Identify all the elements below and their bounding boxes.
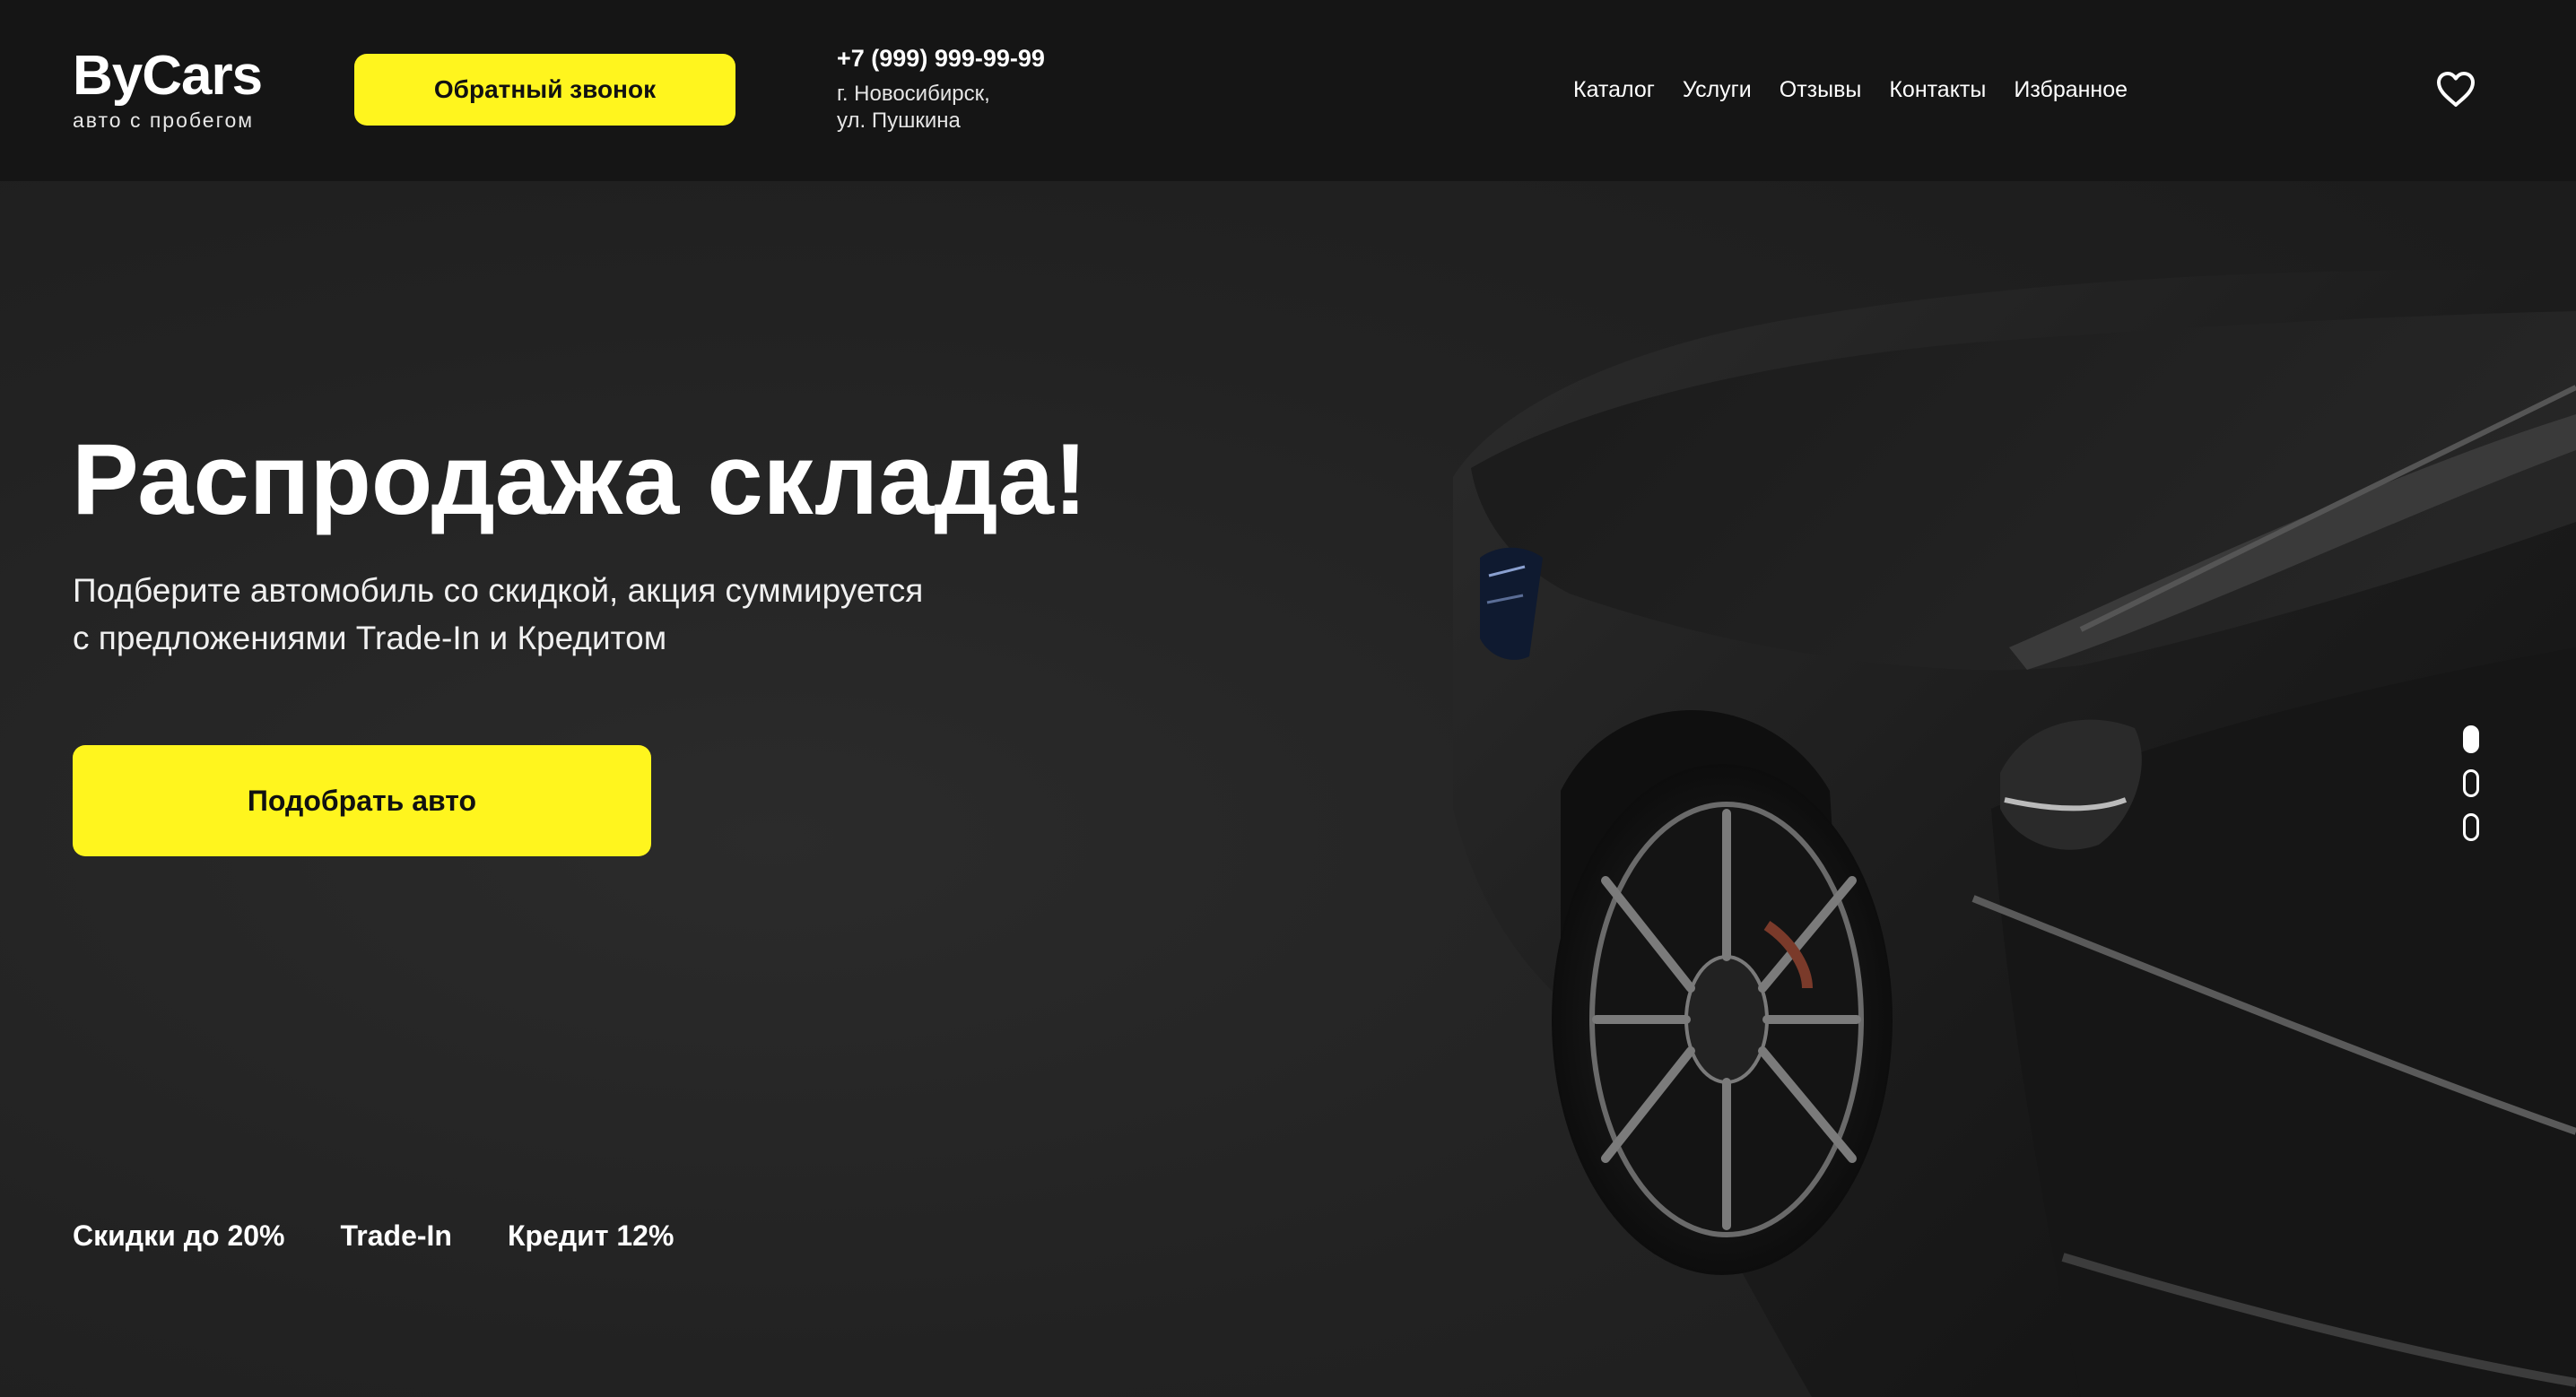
- feature-discount: Скидки до 20%: [73, 1219, 285, 1252]
- slider-dot-2[interactable]: [2463, 769, 2479, 797]
- feature-trade-in: Trade-In: [340, 1219, 452, 1252]
- hero-description-line-2: с предложениями Trade-In и Кредитом: [73, 620, 667, 656]
- logo[interactable]: ByCars авто с пробегом: [73, 45, 263, 133]
- nav-item-favorites[interactable]: Избранное: [2014, 74, 2128, 105]
- pick-car-button[interactable]: Подобрать авто: [73, 745, 651, 856]
- logo-title: ByCars: [73, 45, 263, 107]
- nav-item-reviews[interactable]: Отзывы: [1780, 74, 1862, 105]
- landing-page: ByCars авто с пробегом Обратный звонок +…: [0, 0, 2576, 1397]
- heart-icon[interactable]: [2435, 70, 2476, 108]
- main-nav: Каталог Услуги Отзывы Контакты Избранное: [1573, 74, 2128, 105]
- hero-description: Подберите автомобиль со скидкой, акция с…: [73, 567, 1059, 662]
- callback-button[interactable]: Обратный звонок: [354, 54, 735, 126]
- contact-info: +7 (999) 999-99-99 г. Новосибирск, ул. П…: [837, 43, 1045, 134]
- logo-subtitle: авто с пробегом: [73, 108, 255, 132]
- nav-item-catalog[interactable]: Каталог: [1573, 74, 1655, 105]
- address-line-2: ул. Пушкина: [837, 108, 961, 133]
- hero-title: Распродажа склада!: [72, 423, 1088, 535]
- site-header: ByCars авто с пробегом Обратный звонок +…: [0, 0, 2576, 181]
- address-line-1: г. Новосибирск,: [837, 82, 990, 106]
- features-list: Скидки до 20% Trade-In Кредит 12%: [73, 1216, 674, 1255]
- hero-description-line-1: Подберите автомобиль со скидкой, акция с…: [73, 572, 924, 609]
- nav-item-services[interactable]: Услуги: [1683, 74, 1752, 105]
- nav-item-contacts[interactable]: Контакты: [1889, 74, 1986, 105]
- slider-pagination: [2463, 725, 2479, 841]
- feature-credit: Кредит 12%: [507, 1219, 674, 1252]
- hero-car-image: [1453, 270, 2576, 1397]
- phone-link[interactable]: +7 (999) 999-99-99: [837, 43, 1045, 74]
- slider-dot-1[interactable]: [2463, 725, 2479, 753]
- slider-dot-3[interactable]: [2463, 813, 2479, 841]
